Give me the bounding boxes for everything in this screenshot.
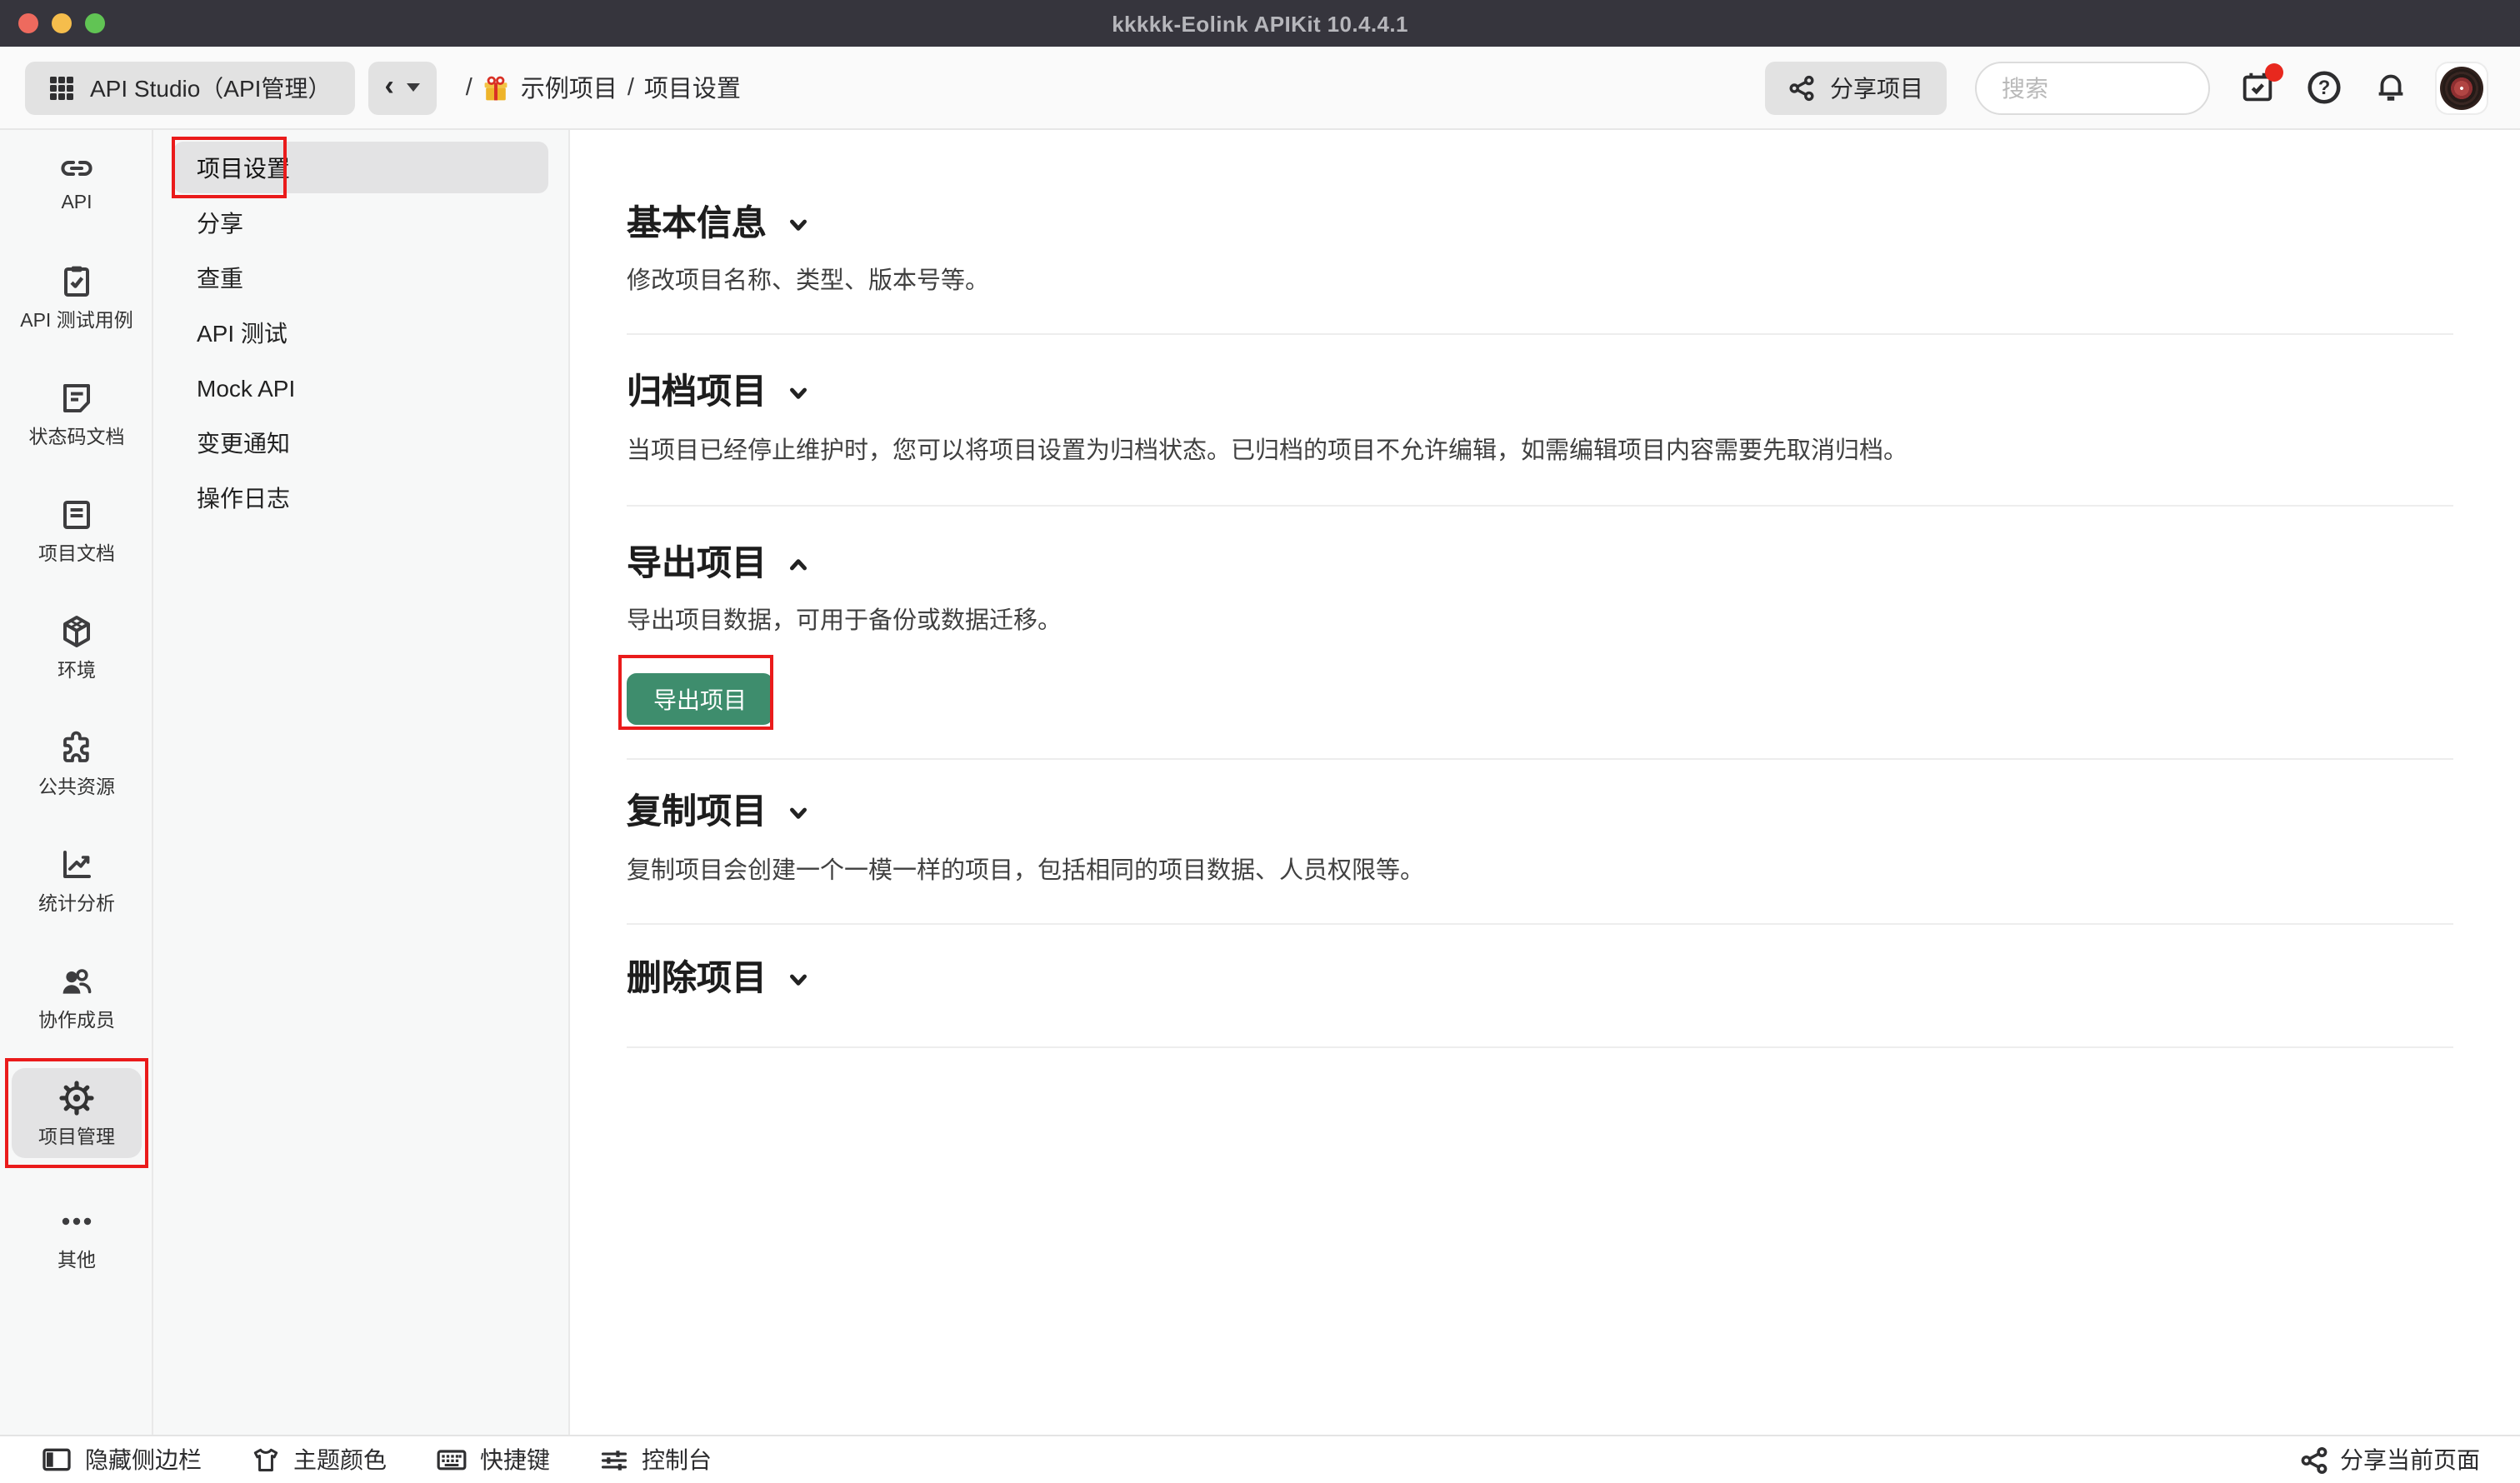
theme-color-button[interactable]: 主题颜色 bbox=[250, 1443, 387, 1476]
share-current-page-button[interactable]: 分享当前页面 bbox=[2300, 1443, 2480, 1476]
chevron-left-icon: ‹ bbox=[384, 72, 393, 100]
chevron-down-icon bbox=[787, 213, 810, 237]
avatar-image bbox=[2440, 66, 2483, 109]
section-delete-project: 删除项目 bbox=[627, 925, 2453, 1048]
sidebar-item-api[interactable]: API bbox=[0, 142, 153, 218]
module-sidebar: API API 测试用例 状态码文档 bbox=[0, 130, 153, 1435]
sidebar-item-project-management[interactable]: 项目管理 bbox=[0, 1075, 153, 1151]
app-switcher-button[interactable]: API Studio（API管理） bbox=[25, 61, 354, 114]
search-box bbox=[1975, 61, 2210, 114]
submenu-item-project-settings[interactable]: 项目设置 bbox=[173, 142, 548, 193]
members-icon bbox=[57, 961, 97, 1001]
status-doc-icon bbox=[57, 377, 97, 417]
app-body: API API 测试用例 状态码文档 bbox=[0, 130, 2520, 1435]
keyboard-icon bbox=[435, 1443, 468, 1476]
sidebar-item-statistics[interactable]: 统计分析 bbox=[0, 841, 153, 918]
submenu-item-operation-log[interactable]: 操作日志 bbox=[173, 472, 548, 523]
clipboard-check-icon bbox=[57, 261, 97, 301]
section-title: 导出项目 bbox=[627, 542, 767, 588]
breadcrumb: / 示例项目 / 项目设置 bbox=[466, 70, 741, 105]
puzzle-icon bbox=[57, 727, 97, 767]
section-title: 删除项目 bbox=[627, 956, 767, 1003]
breadcrumb-page: 项目设置 bbox=[644, 70, 741, 105]
app-window: kkkkk-Eolink APIKit 10.4.4.1 API Studio（… bbox=[0, 0, 2520, 1483]
share-icon bbox=[2300, 1446, 2328, 1474]
console-sliders-icon bbox=[598, 1444, 630, 1476]
submenu-item-share[interactable]: 分享 bbox=[173, 197, 548, 248]
submenu-item-duplicate-check[interactable]: 查重 bbox=[173, 252, 548, 303]
section-copy-project: 复制项目 复制项目会创建一个一模一样的项目，包括相同的项目数据、人员权限等。 bbox=[627, 760, 2453, 925]
section-title: 基本信息 bbox=[627, 202, 767, 248]
section-title: 归档项目 bbox=[627, 370, 767, 417]
section-description: 修改项目名称、类型、版本号等。 bbox=[627, 265, 2453, 298]
section-description: 导出项目数据，可用于备份或数据迁移。 bbox=[627, 605, 2453, 638]
section-archive-project: 归档项目 当项目已经停止维护时，您可以将项目设置为归档状态。已归档的项目不允许编… bbox=[627, 335, 2453, 507]
chevron-down-icon bbox=[787, 968, 810, 991]
share-project-label: 分享项目 bbox=[1830, 71, 1923, 104]
svg-text:?: ? bbox=[2318, 77, 2330, 99]
share-icon bbox=[1788, 74, 1815, 101]
notification-badge bbox=[2265, 62, 2283, 81]
minimize-window-button[interactable] bbox=[52, 13, 72, 33]
user-avatar[interactable] bbox=[2437, 62, 2487, 112]
section-description: 复制项目会创建一个一模一样的项目，包括相同的项目数据、人员权限等。 bbox=[627, 855, 2453, 888]
traffic-lights bbox=[18, 13, 105, 33]
gear-icon bbox=[57, 1077, 97, 1117]
sidebar-item-members[interactable]: 协作成员 bbox=[0, 958, 153, 1035]
messages-button[interactable] bbox=[2237, 67, 2277, 107]
help-button[interactable]: ? bbox=[2303, 67, 2343, 107]
project-doc-icon bbox=[57, 494, 97, 534]
ellipsis-icon bbox=[57, 1201, 97, 1241]
zoom-window-button[interactable] bbox=[85, 13, 105, 33]
hide-sidebar-button[interactable]: 隐藏侧边栏 bbox=[40, 1443, 202, 1476]
submenu-item-api-test[interactable]: API 测试 bbox=[173, 307, 548, 358]
section-description: 当项目已经停止维护时，您可以将项目设置为归档状态。已归档的项目不允许编辑，如需编… bbox=[627, 435, 2453, 468]
close-window-button[interactable] bbox=[18, 13, 38, 33]
main-content: 基本信息 修改项目名称、类型、版本号等。 归档项目 当项目已经停止维护时，您可以… bbox=[570, 130, 2520, 1435]
hide-sidebar-icon bbox=[40, 1443, 73, 1476]
chevron-down-icon bbox=[787, 382, 810, 405]
tshirt-icon bbox=[250, 1444, 282, 1476]
app-switcher-label: API Studio（API管理） bbox=[90, 71, 331, 104]
window-title: kkkkk-Eolink APIKit 10.4.4.1 bbox=[1112, 11, 1408, 36]
section-export-header[interactable]: 导出项目 bbox=[627, 542, 2453, 588]
sidebar-item-other[interactable]: 其他 bbox=[0, 1198, 153, 1275]
sidebar-item-status-code-docs[interactable]: 状态码文档 bbox=[0, 375, 153, 452]
chevron-up-icon bbox=[787, 553, 810, 577]
section-archive-header[interactable]: 归档项目 bbox=[627, 370, 2453, 417]
project-gift-icon bbox=[482, 75, 511, 103]
top-navbar: API Studio（API管理） ‹ / 示例项目 / 项目设置 bbox=[0, 47, 2520, 130]
share-project-button[interactable]: 分享项目 bbox=[1765, 61, 1947, 114]
bottom-statusbar: 隐藏侧边栏 主题颜色 快捷键 bbox=[0, 1435, 2520, 1483]
shortcut-keys-button[interactable]: 快捷键 bbox=[435, 1443, 550, 1476]
chart-icon bbox=[57, 844, 97, 884]
section-basic-info-header[interactable]: 基本信息 bbox=[627, 202, 2453, 248]
caret-down-icon bbox=[408, 83, 421, 92]
cube-icon bbox=[57, 611, 97, 651]
chevron-down-icon bbox=[787, 801, 810, 825]
sidebar-item-project-docs[interactable]: 项目文档 bbox=[0, 492, 153, 568]
link-icon bbox=[57, 147, 97, 187]
sidebar-item-api-test-cases[interactable]: API 测试用例 bbox=[0, 258, 153, 335]
console-button[interactable]: 控制台 bbox=[598, 1443, 712, 1476]
search-input[interactable] bbox=[1998, 72, 2187, 102]
breadcrumb-project[interactable]: 示例项目 bbox=[521, 70, 618, 105]
submenu-item-change-notification[interactable]: 变更通知 bbox=[173, 417, 548, 468]
section-export-project: 导出项目 导出项目数据，可用于备份或数据迁移。 导出项目 bbox=[627, 507, 2453, 760]
sidebar-item-shared-resources[interactable]: 公共资源 bbox=[0, 725, 153, 801]
submenu-item-mock-api[interactable]: Mock API bbox=[173, 362, 548, 413]
section-basic-info: 基本信息 修改项目名称、类型、版本号等。 bbox=[627, 130, 2453, 335]
section-copy-header[interactable]: 复制项目 bbox=[627, 790, 2453, 836]
section-title: 复制项目 bbox=[627, 790, 767, 836]
back-button[interactable]: ‹ bbox=[368, 61, 437, 114]
sidebar-item-environment[interactable]: 环境 bbox=[0, 608, 153, 685]
grid-icon bbox=[48, 74, 75, 101]
notifications-bell-button[interactable] bbox=[2370, 67, 2410, 107]
titlebar: kkkkk-Eolink APIKit 10.4.4.1 bbox=[0, 0, 2520, 47]
settings-submenu: 项目设置 分享 查重 API 测试 Mock API 变更通知 操作日志 bbox=[153, 130, 570, 1435]
section-delete-header[interactable]: 删除项目 bbox=[627, 956, 2453, 1003]
export-project-button[interactable]: 导出项目 bbox=[627, 673, 773, 725]
